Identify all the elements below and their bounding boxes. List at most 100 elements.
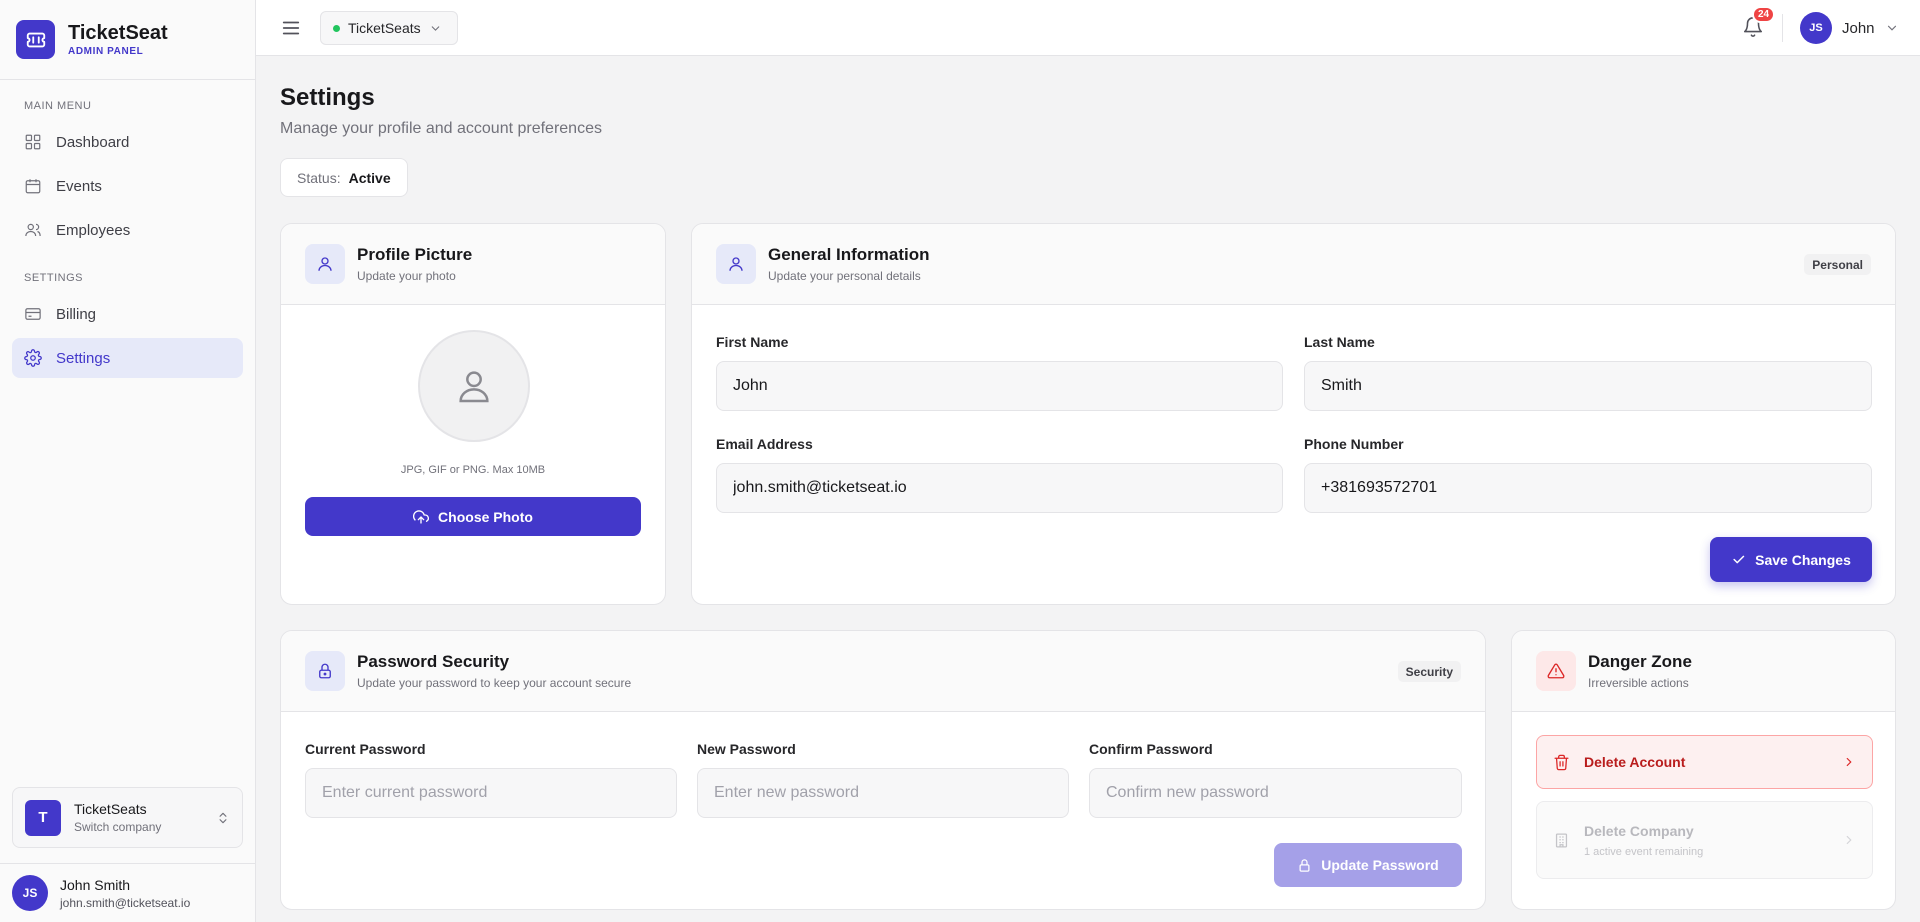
company-name: TicketSeats	[74, 801, 147, 817]
profile-picture-card: Profile Picture Update your photo JPG, G…	[280, 223, 666, 605]
user-name: John Smith	[60, 876, 131, 893]
upload-cloud-icon	[413, 509, 430, 524]
lock-icon	[305, 651, 345, 691]
page-title: Settings	[280, 84, 375, 111]
delete-company-hint: 1 active event remaining	[1584, 845, 1704, 858]
avatar: JS	[12, 875, 48, 911]
chevron-down-icon	[431, 25, 439, 31]
delete-account-button[interactable]: Delete Account	[1536, 735, 1873, 789]
gear-icon	[24, 349, 42, 367]
online-status-dot	[333, 24, 340, 32]
first-name-label: First Name	[716, 334, 789, 350]
company-avatar: T	[25, 799, 61, 836]
avatar: JS	[1800, 12, 1832, 44]
section-badge: Security	[1397, 661, 1461, 682]
button-label: Choose Photo	[438, 508, 533, 525]
hamburger-menu-icon[interactable]	[280, 17, 302, 39]
trash-icon	[1554, 754, 1569, 770]
confirm-password-label: Confirm Password	[1089, 741, 1213, 757]
status-value: Active	[348, 169, 391, 186]
chevron-right-icon	[1846, 757, 1852, 767]
user-icon	[305, 244, 345, 284]
building-icon	[1555, 832, 1568, 848]
card-title: General Information	[768, 245, 930, 264]
delete-company-button[interactable]: Delete Company 1 active event remaining	[1536, 801, 1873, 879]
last-name-label: Last Name	[1304, 334, 1375, 350]
card-subtitle: Update your personal details	[768, 269, 921, 283]
card-subtitle: Irreversible actions	[1588, 676, 1689, 690]
sidebar: TicketSeat ADMIN PANEL MAIN MENU Dashboa…	[0, 0, 256, 922]
chevrons-up-down-icon	[219, 812, 227, 823]
danger-zone-card: Danger Zone Irreversible actions Delete …	[1511, 630, 1896, 910]
status-badge: Status: Active	[280, 158, 408, 197]
settings-heading: SETTINGS	[24, 272, 84, 284]
sidebar-user[interactable]: JS John Smith john.smith@ticketseat.io	[0, 863, 256, 922]
button-label: Update Password	[1321, 857, 1439, 873]
new-password-label: New Password	[697, 741, 796, 757]
phone-field[interactable]	[1304, 463, 1872, 513]
sidebar-item-employees[interactable]: Employees	[12, 210, 243, 250]
profile-photo-placeholder[interactable]	[418, 330, 530, 442]
sidebar-item-label: Dashboard	[56, 133, 130, 151]
button-label: Save Changes	[1755, 551, 1851, 568]
phone-label: Phone Number	[1304, 436, 1404, 452]
header-user-name: John	[1842, 19, 1875, 37]
photo-format-hint: JPG, GIF or PNG. Max 10MB	[400, 464, 546, 476]
first-name-field[interactable]	[716, 361, 1283, 411]
user-menu[interactable]: JS John	[1800, 12, 1899, 44]
ticket-logo-icon	[16, 20, 55, 59]
brand-name: TicketSeat	[68, 22, 168, 44]
sidebar-item-label: Billing	[56, 305, 97, 323]
sidebar-item-billing[interactable]: Billing	[12, 294, 243, 334]
email-field[interactable]	[716, 463, 1283, 513]
current-password-label: Current Password	[305, 741, 426, 757]
calendar-icon	[25, 179, 41, 194]
new-password-field[interactable]	[697, 768, 1069, 818]
lock-icon	[1299, 858, 1310, 872]
main-menu-heading: MAIN MENU	[24, 100, 92, 112]
check-icon	[1733, 555, 1745, 564]
brand-subtitle: ADMIN PANEL	[68, 46, 144, 57]
users-icon	[25, 223, 41, 237]
sidebar-item-label: Employees	[56, 221, 131, 239]
general-information-card: General Information Update your personal…	[691, 223, 1896, 605]
credit-card-icon	[25, 308, 41, 320]
sidebar-item-label: Settings	[56, 349, 111, 367]
sidebar-item-events[interactable]: Events	[12, 166, 243, 206]
user-icon	[459, 371, 489, 403]
sidebar-item-label: Events	[56, 177, 102, 195]
update-password-button[interactable]: Update Password	[1274, 843, 1462, 887]
chevron-right-icon	[1846, 835, 1852, 845]
delete-account-label: Delete Account	[1584, 754, 1686, 770]
confirm-password-field[interactable]	[1089, 768, 1462, 818]
current-password-field[interactable]	[305, 768, 677, 818]
company-select-value: TicketSeats	[348, 20, 421, 36]
last-name-field[interactable]	[1304, 361, 1872, 411]
password-security-card: Password Security Update your password t…	[280, 630, 1486, 910]
company-switcher[interactable]: T TicketSeats Switch company	[12, 787, 243, 848]
sidebar-item-dashboard[interactable]: Dashboard	[12, 122, 243, 162]
delete-company-label: Delete Company	[1584, 822, 1694, 839]
user-icon	[716, 244, 756, 284]
card-title: Profile Picture	[357, 245, 473, 264]
card-title: Danger Zone	[1588, 652, 1692, 671]
section-badge: Personal	[1804, 254, 1871, 275]
sidebar-item-settings[interactable]: Settings	[12, 338, 243, 378]
card-subtitle: Update your photo	[357, 269, 456, 283]
notification-badge: 24	[1752, 6, 1776, 23]
email-label: Email Address	[716, 436, 813, 452]
brand[interactable]: TicketSeat ADMIN PANEL	[0, 0, 255, 80]
save-changes-button[interactable]: Save Changes	[1710, 537, 1872, 582]
grid-icon	[25, 134, 41, 150]
chevron-down-icon	[1887, 25, 1896, 31]
card-title: Password Security	[357, 652, 510, 671]
status-label: Status:	[297, 169, 341, 186]
top-bar: TicketSeats 24 JS John	[256, 0, 1920, 56]
company-switch-hint: Switch company	[74, 820, 162, 834]
warning-triangle-icon	[1536, 651, 1576, 691]
page-subtitle: Manage your profile and account preferen…	[280, 120, 602, 137]
header-divider	[1782, 14, 1783, 42]
choose-photo-button[interactable]: Choose Photo	[305, 497, 641, 536]
user-email: john.smith@ticketseat.io	[60, 895, 191, 910]
company-select[interactable]: TicketSeats	[320, 11, 458, 45]
